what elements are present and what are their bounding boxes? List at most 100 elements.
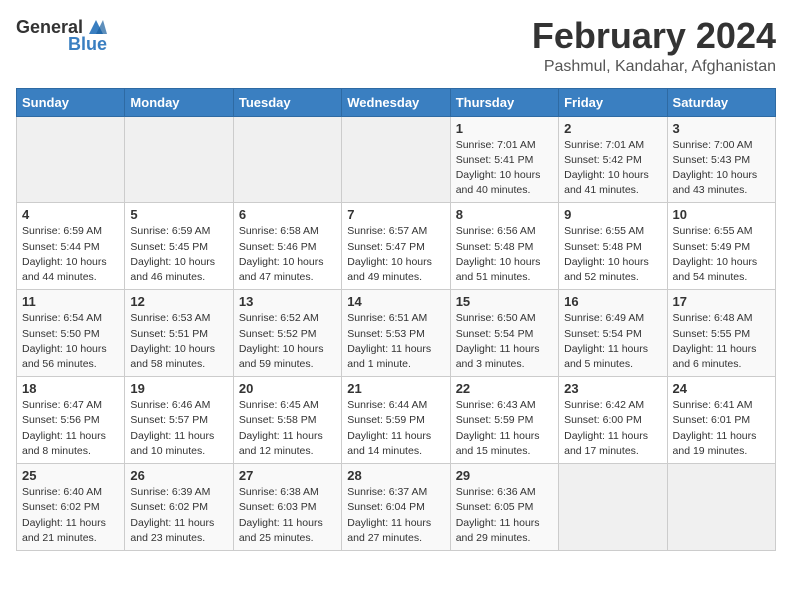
page-subtitle: Pashmul, Kandahar, Afghanistan — [532, 58, 776, 76]
day-info: Sunrise: 6:41 AMSunset: 6:01 PMDaylight:… — [673, 398, 770, 459]
day-number: 29 — [456, 468, 553, 483]
calendar-cell: 23 Sunrise: 6:42 AMSunset: 6:00 PMDayligh… — [559, 377, 667, 464]
calendar-cell: 20 Sunrise: 6:45 AMSunset: 5:58 PMDayligh… — [233, 377, 341, 464]
calendar-cell: 28 Sunrise: 6:37 AMSunset: 6:04 PMDayligh… — [342, 464, 450, 551]
day-number: 6 — [239, 207, 336, 222]
day-info: Sunrise: 6:49 AMSunset: 5:54 PMDaylight:… — [564, 311, 661, 372]
calendar-table: SundayMondayTuesdayWednesdayThursdayFrid… — [16, 88, 776, 551]
day-number: 28 — [347, 468, 444, 483]
day-number: 21 — [347, 381, 444, 396]
day-number: 13 — [239, 294, 336, 309]
calendar-cell — [125, 116, 233, 203]
day-info: Sunrise: 6:45 AMSunset: 5:58 PMDaylight:… — [239, 398, 336, 459]
day-number: 24 — [673, 381, 770, 396]
calendar-row-3: 11 Sunrise: 6:54 AMSunset: 5:50 PMDayligh… — [17, 290, 776, 377]
day-info: Sunrise: 6:38 AMSunset: 6:03 PMDaylight:… — [239, 485, 336, 546]
calendar-cell — [559, 464, 667, 551]
calendar-cell: 14 Sunrise: 6:51 AMSunset: 5:53 PMDayligh… — [342, 290, 450, 377]
day-info: Sunrise: 6:42 AMSunset: 6:00 PMDaylight:… — [564, 398, 661, 459]
day-info: Sunrise: 6:39 AMSunset: 6:02 PMDaylight:… — [130, 485, 227, 546]
calendar-header-sunday: Sunday — [17, 88, 125, 116]
day-number: 17 — [673, 294, 770, 309]
calendar-cell: 10 Sunrise: 6:55 AMSunset: 5:49 PMDayligh… — [667, 203, 775, 290]
day-info: Sunrise: 6:54 AMSunset: 5:50 PMDaylight:… — [22, 311, 119, 372]
day-number: 22 — [456, 381, 553, 396]
day-info: Sunrise: 6:50 AMSunset: 5:54 PMDaylight:… — [456, 311, 553, 372]
calendar-cell: 2 Sunrise: 7:01 AMSunset: 5:42 PMDaylight… — [559, 116, 667, 203]
day-info: Sunrise: 7:00 AMSunset: 5:43 PMDaylight:… — [673, 138, 770, 199]
calendar-cell: 21 Sunrise: 6:44 AMSunset: 5:59 PMDayligh… — [342, 377, 450, 464]
day-number: 4 — [22, 207, 119, 222]
page-title: February 2024 — [532, 16, 776, 56]
calendar-header-wednesday: Wednesday — [342, 88, 450, 116]
calendar-cell: 1 Sunrise: 7:01 AMSunset: 5:41 PMDaylight… — [450, 116, 558, 203]
day-number: 16 — [564, 294, 661, 309]
day-number: 15 — [456, 294, 553, 309]
day-info: Sunrise: 6:46 AMSunset: 5:57 PMDaylight:… — [130, 398, 227, 459]
calendar-header-monday: Monday — [125, 88, 233, 116]
day-number: 20 — [239, 381, 336, 396]
day-number: 26 — [130, 468, 227, 483]
calendar-row-2: 4 Sunrise: 6:59 AMSunset: 5:44 PMDaylight… — [17, 203, 776, 290]
day-number: 8 — [456, 207, 553, 222]
calendar-cell — [667, 464, 775, 551]
day-info: Sunrise: 6:59 AMSunset: 5:45 PMDaylight:… — [130, 224, 227, 285]
day-info: Sunrise: 6:53 AMSunset: 5:51 PMDaylight:… — [130, 311, 227, 372]
day-info: Sunrise: 7:01 AMSunset: 5:41 PMDaylight:… — [456, 138, 553, 199]
calendar-cell: 19Sunrise: 6:46 AMSunset: 5:57 PMDayligh… — [125, 377, 233, 464]
day-info: Sunrise: 6:57 AMSunset: 5:47 PMDaylight:… — [347, 224, 444, 285]
day-info: Sunrise: 6:37 AMSunset: 6:04 PMDaylight:… — [347, 485, 444, 546]
day-info: Sunrise: 6:56 AMSunset: 5:48 PMDaylight:… — [456, 224, 553, 285]
day-number: 7 — [347, 207, 444, 222]
calendar-cell: 11 Sunrise: 6:54 AMSunset: 5:50 PMDayligh… — [17, 290, 125, 377]
day-number: 2 — [564, 121, 661, 136]
day-info: Sunrise: 6:58 AMSunset: 5:46 PMDaylight:… — [239, 224, 336, 285]
calendar-cell: 24 Sunrise: 6:41 AMSunset: 6:01 PMDayligh… — [667, 377, 775, 464]
title-area: February 2024 Pashmul, Kandahar, Afghani… — [532, 16, 776, 76]
day-info: Sunrise: 6:36 AMSunset: 6:05 PMDaylight:… — [456, 485, 553, 546]
calendar-cell: 7 Sunrise: 6:57 AMSunset: 5:47 PMDaylight… — [342, 203, 450, 290]
calendar-cell: 9 Sunrise: 6:55 AMSunset: 5:48 PMDaylight… — [559, 203, 667, 290]
calendar-row-1: 1 Sunrise: 7:01 AMSunset: 5:41 PMDaylight… — [17, 116, 776, 203]
day-number: 1 — [456, 121, 553, 136]
day-info: Sunrise: 6:55 AMSunset: 5:48 PMDaylight:… — [564, 224, 661, 285]
logo: General Blue — [16, 16, 107, 55]
day-info: Sunrise: 6:48 AMSunset: 5:55 PMDaylight:… — [673, 311, 770, 372]
calendar-row-4: 18 Sunrise: 6:47 AMSunset: 5:56 PMDayligh… — [17, 377, 776, 464]
calendar-cell: 22Sunrise: 6:43 AMSunset: 5:59 PMDayligh… — [450, 377, 558, 464]
page-header: General Blue February 2024 Pashmul, Kand… — [16, 16, 776, 76]
calendar-header-tuesday: Tuesday — [233, 88, 341, 116]
day-number: 9 — [564, 207, 661, 222]
day-number: 10 — [673, 207, 770, 222]
day-info: Sunrise: 6:44 AMSunset: 5:59 PMDaylight:… — [347, 398, 444, 459]
day-number: 27 — [239, 468, 336, 483]
calendar-cell: 25Sunrise: 6:40 AMSunset: 6:02 PMDayligh… — [17, 464, 125, 551]
day-info: Sunrise: 7:01 AMSunset: 5:42 PMDaylight:… — [564, 138, 661, 199]
day-number: 14 — [347, 294, 444, 309]
day-info: Sunrise: 6:40 AMSunset: 6:02 PMDaylight:… — [22, 485, 119, 546]
logo-blue: Blue — [68, 34, 107, 55]
calendar-header-friday: Friday — [559, 88, 667, 116]
day-info: Sunrise: 6:51 AMSunset: 5:53 PMDaylight:… — [347, 311, 444, 372]
day-number: 3 — [673, 121, 770, 136]
calendar-cell: 6 Sunrise: 6:58 AMSunset: 5:46 PMDaylight… — [233, 203, 341, 290]
calendar-cell: 18 Sunrise: 6:47 AMSunset: 5:56 PMDayligh… — [17, 377, 125, 464]
calendar-cell: 13 Sunrise: 6:52 AMSunset: 5:52 PMDayligh… — [233, 290, 341, 377]
day-info: Sunrise: 6:47 AMSunset: 5:56 PMDaylight:… — [22, 398, 119, 459]
calendar-header-thursday: Thursday — [450, 88, 558, 116]
day-info: Sunrise: 6:59 AMSunset: 5:44 PMDaylight:… — [22, 224, 119, 285]
calendar-cell — [17, 116, 125, 203]
day-number: 5 — [130, 207, 227, 222]
calendar-header-row: SundayMondayTuesdayWednesdayThursdayFrid… — [17, 88, 776, 116]
calendar-cell: 4 Sunrise: 6:59 AMSunset: 5:44 PMDaylight… — [17, 203, 125, 290]
day-info: Sunrise: 6:55 AMSunset: 5:49 PMDaylight:… — [673, 224, 770, 285]
calendar-cell: 27 Sunrise: 6:38 AMSunset: 6:03 PMDayligh… — [233, 464, 341, 551]
calendar-cell: 29 Sunrise: 6:36 AMSunset: 6:05 PMDayligh… — [450, 464, 558, 551]
day-number: 11 — [22, 294, 119, 309]
calendar-cell: 12Sunrise: 6:53 AMSunset: 5:51 PMDayligh… — [125, 290, 233, 377]
calendar-cell: 15 Sunrise: 6:50 AMSunset: 5:54 PMDayligh… — [450, 290, 558, 377]
day-number: 18 — [22, 381, 119, 396]
day-info: Sunrise: 6:52 AMSunset: 5:52 PMDaylight:… — [239, 311, 336, 372]
day-number: 23 — [564, 381, 661, 396]
calendar-cell: 17 Sunrise: 6:48 AMSunset: 5:55 PMDayligh… — [667, 290, 775, 377]
